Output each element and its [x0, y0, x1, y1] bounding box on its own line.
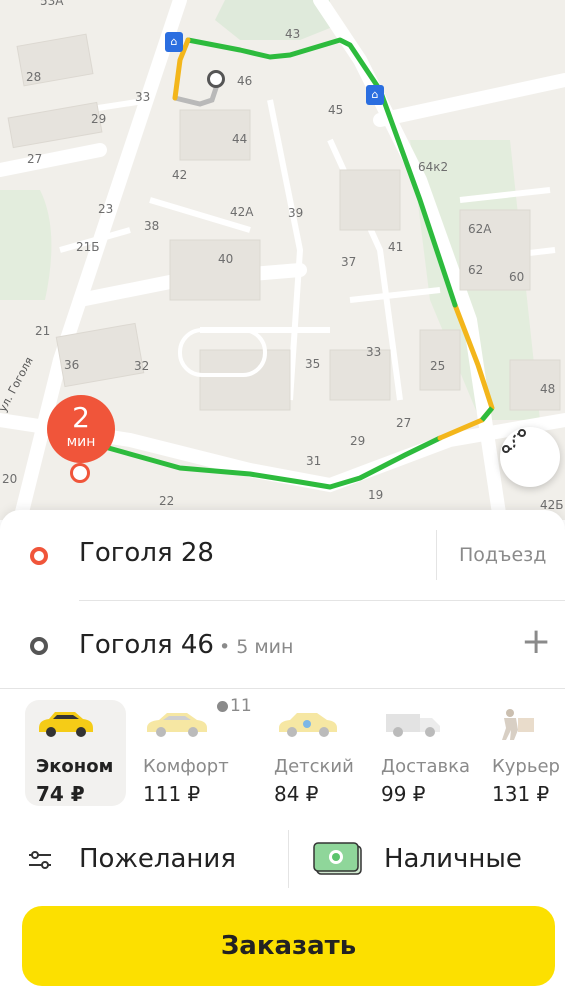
- building-label: 60: [509, 270, 525, 284]
- payment-method-button[interactable]: Наличные: [289, 830, 565, 890]
- building-label: 27: [27, 152, 43, 166]
- building-label: 27: [396, 416, 412, 430]
- building-label: 44: [232, 132, 248, 146]
- building-label: 38: [144, 219, 160, 233]
- building-label: 25: [430, 359, 446, 373]
- tariff-kids[interactable]: Детский 84 ₽: [265, 700, 365, 806]
- tariff-price: 131 ₽: [492, 782, 550, 806]
- order-sheet: Гоголя 28 Подъезд Гоголя 46 • 5 мин + Эко…: [0, 510, 565, 1000]
- building-label: 53А: [40, 0, 64, 8]
- car-economy-icon: [39, 712, 93, 737]
- building-label: 37: [341, 255, 357, 269]
- building-label: 32: [134, 359, 150, 373]
- tariff-badge: 11: [217, 696, 252, 716]
- car-kids-icon: [279, 713, 337, 737]
- tariff-name: Доставка: [381, 756, 470, 777]
- building-label: 45: [328, 103, 344, 117]
- building-label: 31: [306, 454, 322, 468]
- divider: [79, 600, 565, 601]
- building-label: 22: [159, 494, 175, 508]
- building-label: 33: [366, 345, 382, 359]
- building-label: 21: [35, 324, 51, 338]
- tariff-courier[interactable]: Курьер 131 ₽: [484, 700, 565, 806]
- to-field[interactable]: Гоголя 46 • 5 мин: [79, 630, 293, 660]
- building-label: 46: [237, 74, 253, 88]
- cash-icon: [313, 842, 362, 875]
- sliders-icon: [29, 851, 51, 869]
- tariff-price: 74 ₽: [36, 782, 85, 806]
- building-label: 19: [368, 488, 384, 502]
- courier-icon: [502, 709, 534, 740]
- origin-dot-icon: [30, 547, 48, 565]
- building-label: 20: [2, 472, 18, 486]
- destination-dot-icon: [30, 637, 48, 655]
- divider: [0, 688, 565, 689]
- eta-bubble: 2 мин: [47, 395, 115, 463]
- building-label: 48: [540, 382, 556, 396]
- building-label: 42: [172, 168, 188, 182]
- building-label: 33: [135, 90, 151, 104]
- tariff-price: 111 ₽: [143, 782, 201, 806]
- building-label: 40: [218, 252, 234, 266]
- bus-stop-icon[interactable]: ⌂: [366, 85, 384, 105]
- building-label: 42А: [230, 205, 254, 219]
- building-label: 28: [26, 70, 42, 84]
- tariff-name: Комфорт: [143, 756, 229, 777]
- to-eta: • 5 мин: [218, 636, 294, 658]
- payment-label: Наличные: [384, 844, 522, 874]
- building-label: 23: [98, 202, 114, 216]
- tariff-comfort[interactable]: 11 Комфорт 111 ₽: [133, 696, 253, 806]
- clock-icon: [217, 700, 228, 712]
- delivery-van-icon: [386, 714, 440, 737]
- map-view[interactable]: 53А 43 46 28 33 45 29 44 27 42 64к2 23 2…: [0, 0, 565, 520]
- tariff-name: Курьер: [492, 756, 560, 777]
- from-address[interactable]: Гоголя 28: [79, 538, 214, 568]
- tariff-name: Детский: [274, 756, 354, 777]
- building-label: 39: [288, 206, 304, 220]
- building-label: 29: [350, 434, 366, 448]
- building-label: 41: [388, 240, 404, 254]
- building-label: 43: [285, 27, 301, 41]
- building-label: 62А: [468, 222, 492, 236]
- destination-pin[interactable]: [207, 70, 225, 88]
- order-button[interactable]: Заказать: [22, 906, 555, 986]
- eta-value: 2: [72, 401, 90, 434]
- tariff-delivery[interactable]: Доставка 99 ₽: [372, 700, 477, 806]
- tariff-price: 99 ₽: [381, 782, 426, 806]
- add-stop-button[interactable]: +: [521, 622, 551, 662]
- building-label: 35: [305, 357, 321, 371]
- building-label: 21Б: [76, 240, 100, 254]
- building-label: 64к2: [418, 160, 449, 174]
- entrance-button[interactable]: Подъезд: [459, 544, 546, 566]
- tariff-name: Эконом: [36, 756, 114, 777]
- tariff-price: 84 ₽: [274, 782, 319, 806]
- route-overview-button[interactable]: [500, 427, 560, 487]
- building-label: 62: [468, 263, 484, 277]
- route-icon: [502, 429, 526, 453]
- divider: [436, 530, 437, 580]
- tariff-economy[interactable]: Эконом 74 ₽: [25, 700, 126, 806]
- bus-stop-icon[interactable]: ⌂: [165, 32, 183, 52]
- building-label: 29: [91, 112, 107, 126]
- to-address: Гоголя 46: [79, 630, 214, 660]
- eta-unit: мин: [66, 434, 96, 450]
- building-label: 36: [64, 358, 80, 372]
- car-comfort-icon: [147, 713, 207, 737]
- badge-value: 11: [230, 696, 252, 716]
- origin-pin[interactable]: [70, 463, 90, 483]
- wishes-button[interactable]: Пожелания: [0, 830, 287, 890]
- wishes-label: Пожелания: [79, 844, 236, 874]
